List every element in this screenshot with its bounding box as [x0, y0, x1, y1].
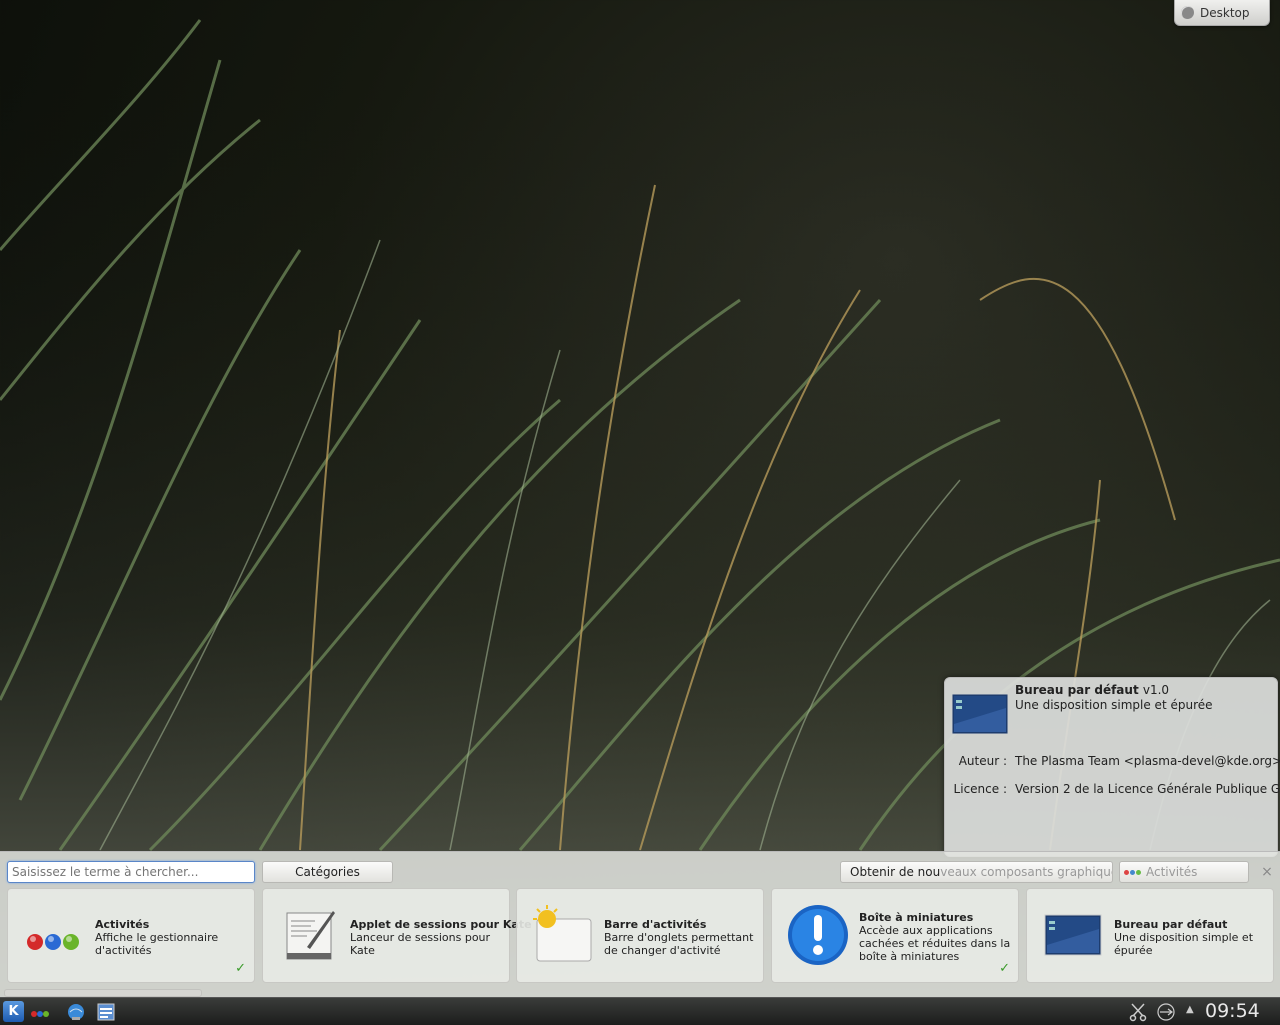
activities-label: Activités — [1146, 865, 1198, 879]
desktop-toolbox-button[interactable]: Desktop — [1174, 0, 1270, 26]
network-globe-icon[interactable] — [66, 1002, 86, 1022]
card-description: Accède aux applications cachées et rédui… — [859, 924, 1011, 963]
card-description: Affiche le gestionnaire d'activités — [95, 931, 219, 957]
activities-button[interactable]: Activités — [1119, 861, 1249, 883]
activity-bar-icon — [533, 905, 592, 962]
installed-check-icon: ✓ — [999, 961, 1010, 976]
card-title: Bureau par défaut — [1114, 918, 1228, 931]
categories-button[interactable]: Catégories — [262, 861, 393, 883]
card-description: Une disposition simple et épurée — [1114, 931, 1254, 957]
taskbar-panel: K ▲ 09:54 — [0, 997, 1280, 1025]
popup-description: Une disposition simple et épurée — [1015, 698, 1213, 712]
author-label: Auteur : — [958, 754, 1007, 768]
license-label: Licence : — [953, 782, 1007, 796]
desktop-toolbox-label: Desktop — [1200, 5, 1250, 20]
tray-expand-icon[interactable]: ▲ — [1186, 1004, 1194, 1015]
widget-info-tooltip: Bureau par défaut v1.0 Une disposition s… — [944, 677, 1280, 857]
widget-card-kate-sessions[interactable]: Applet de sessions pour Kate Lanceur de … — [262, 888, 532, 983]
get-new-widgets-button[interactable]: Obtenir de nouveaux composants graphique… — [840, 861, 1113, 883]
popup-title: Bureau par défaut v1.0 — [1015, 683, 1170, 697]
desktop-thumbnail-icon — [1044, 914, 1102, 956]
license-value: Version 2 de la Licence Générale Publiqu… — [1015, 782, 1280, 796]
card-title: Applet de sessions pour Kate — [350, 918, 532, 931]
usb-device-icon[interactable] — [1156, 1002, 1176, 1022]
author-value: The Plasma Team <plasma-devel@kde.org> — [1015, 754, 1280, 768]
close-icon[interactable]: × — [1258, 863, 1276, 881]
kate-icon — [286, 911, 335, 960]
categories-label: Catégories — [295, 865, 360, 879]
plasma-toolbox-icon — [1181, 6, 1194, 19]
search-input[interactable] — [7, 861, 255, 883]
info-icon — [788, 905, 848, 965]
card-description: Barre d'onglets permettant de changer d'… — [604, 931, 754, 957]
klipper-scissors-icon[interactable] — [1128, 1002, 1148, 1022]
activities-small-icon — [1124, 869, 1141, 875]
activities-icon[interactable] — [30, 1002, 50, 1022]
card-title: Activités — [95, 918, 150, 931]
desktop-thumbnail-icon — [952, 694, 1008, 734]
widget-card-system-tray[interactable]: Boîte à miniatures Accède aux applicatio… — [771, 888, 1019, 983]
window-list-icon[interactable] — [96, 1002, 116, 1022]
application-launcher-button[interactable]: K — [3, 1001, 24, 1022]
activities-icon — [27, 934, 79, 950]
widget-card-default-desktop[interactable]: Bureau par défaut Une disposition simple… — [1026, 888, 1274, 983]
installed-check-icon: ✓ — [235, 961, 246, 976]
widget-card-activities[interactable]: Activités Affiche le gestionnaire d'acti… — [7, 888, 255, 983]
widget-card-activity-bar[interactable]: Barre d'activités Barre d'onglets permet… — [516, 888, 764, 983]
card-description: Lanceur de sessions pour Kate — [350, 931, 491, 957]
clock[interactable]: 09:54 — [1205, 1000, 1260, 1022]
card-title: Barre d'activités — [604, 918, 707, 931]
widget-explorer: Catégories Obtenir de nouveaux composant… — [0, 851, 1280, 998]
card-title: Boîte à miniatures — [859, 911, 974, 924]
get-widgets-label: Obtenir de nouveaux composants graphique… — [850, 865, 1113, 879]
horizontal-scrollbar[interactable] — [4, 989, 202, 997]
